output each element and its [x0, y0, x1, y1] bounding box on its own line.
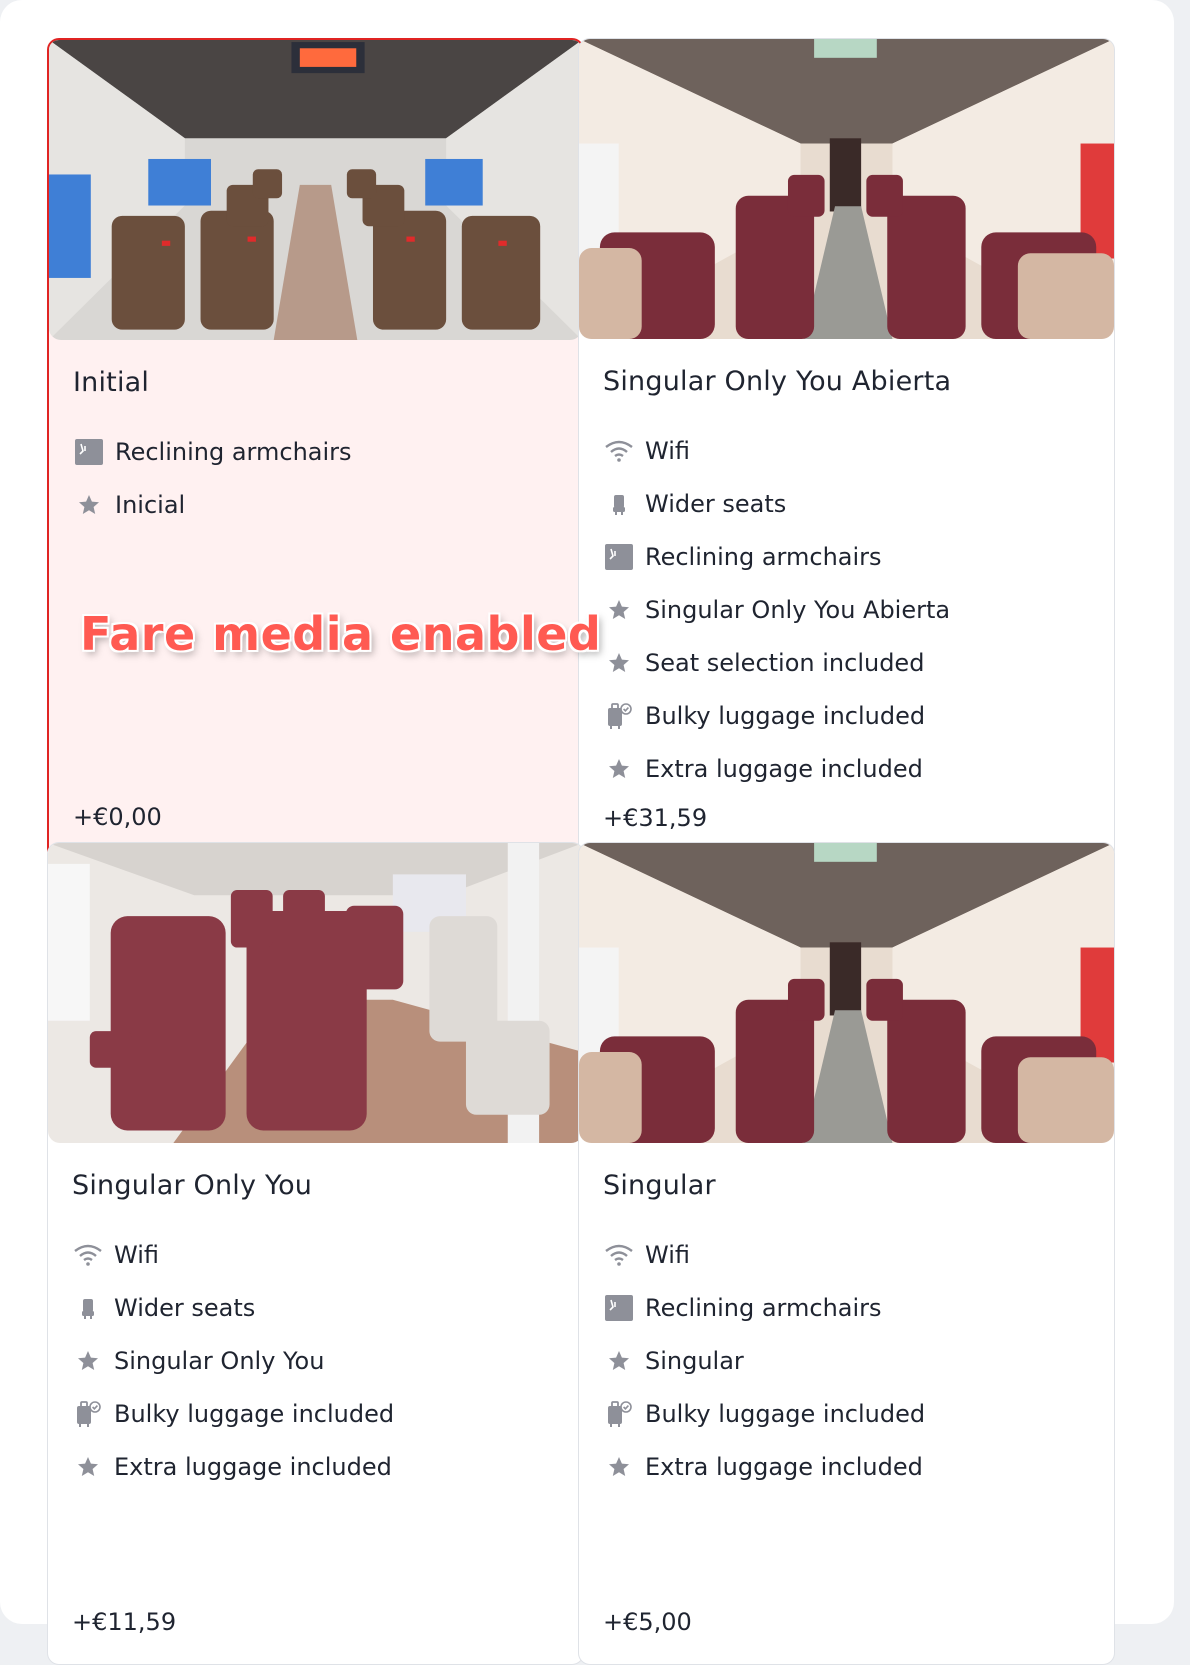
star-icon	[603, 1451, 635, 1483]
feature-label: Wider seats	[645, 489, 787, 518]
feature-label: Wifi	[114, 1240, 159, 1269]
luggage-check-icon	[603, 1398, 635, 1430]
feature-label: Seat selection included	[645, 648, 925, 677]
feature-label: Reclining armchairs	[645, 1293, 882, 1322]
fare-title: Singular Only You Abierta	[603, 366, 952, 397]
train-interior-photo	[579, 843, 1114, 1143]
seat-icon	[603, 488, 635, 520]
feature-item: Extra luggage included	[603, 742, 950, 795]
feature-label: Reclining armchairs	[115, 437, 352, 466]
feature-label: Singular	[645, 1346, 744, 1375]
feature-label: Inicial	[115, 490, 186, 519]
feature-item: Bulky luggage included	[72, 1387, 394, 1440]
feature-label: Extra luggage included	[645, 1452, 923, 1481]
train-interior-photo	[49, 40, 582, 340]
reclining-armchair-icon	[603, 1292, 635, 1324]
feature-list: Wifi Wider seats Reclining armchairs Sin…	[603, 424, 950, 795]
feature-item: Singular Only You	[72, 1334, 394, 1387]
feature-item: Bulky luggage included	[603, 689, 950, 742]
star-icon	[72, 1451, 104, 1483]
fare-price: +€0,00	[73, 803, 162, 831]
seat-icon	[72, 1292, 104, 1324]
fare-title: Initial	[73, 367, 150, 398]
feature-item: Wider seats	[603, 477, 950, 530]
wifi-icon	[603, 1239, 635, 1271]
fare-price: +€5,00	[603, 1608, 692, 1636]
feature-item: Singular Only You Abierta	[603, 583, 950, 636]
feature-label: Singular Only You	[114, 1346, 325, 1375]
fare-price: +€11,59	[72, 1608, 177, 1636]
feature-item: Singular	[603, 1334, 925, 1387]
train-interior-photo	[48, 843, 583, 1143]
fare-price: +€31,59	[603, 804, 708, 832]
wifi-icon	[603, 435, 635, 467]
feature-label: Extra luggage included	[645, 754, 923, 783]
feature-label: Bulky luggage included	[645, 1399, 926, 1428]
fare-selection-panel: Initial Reclining armchairs Inicial +€0,…	[0, 0, 1174, 1665]
feature-item: Bulky luggage included	[603, 1387, 925, 1440]
feature-item: Reclining armchairs	[603, 530, 950, 583]
feature-item: Wifi	[603, 424, 950, 477]
fare-card-singular[interactable]: Singular Wifi Reclining armchairs Singul…	[578, 842, 1115, 1665]
luggage-check-icon	[603, 700, 635, 732]
feature-item: Seat selection included	[603, 636, 950, 689]
fare-card-singular-only-you-abierta[interactable]: Singular Only You Abierta Wifi Wider sea…	[578, 38, 1115, 861]
feature-item: Wifi	[603, 1228, 925, 1281]
feature-label: Singular Only You Abierta	[645, 595, 951, 624]
star-icon	[603, 594, 635, 626]
feature-label: Wifi	[645, 436, 690, 465]
feature-item: Wifi	[72, 1228, 394, 1281]
fare-card-singular-only-you[interactable]: Singular Only You Wifi Wider seats Singu…	[47, 842, 584, 1665]
star-icon	[72, 1345, 104, 1377]
feature-item: Inicial	[73, 478, 352, 531]
feature-item: Reclining armchairs	[603, 1281, 925, 1334]
reclining-armchair-icon	[73, 436, 105, 468]
fare-card-initial[interactable]: Initial Reclining armchairs Inicial +€0,…	[47, 38, 584, 861]
feature-label: Reclining armchairs	[645, 542, 882, 571]
feature-list: Reclining armchairs Inicial	[73, 425, 352, 531]
feature-item: Wider seats	[72, 1281, 394, 1334]
feature-label: Wider seats	[114, 1293, 256, 1322]
star-icon	[73, 489, 105, 521]
feature-label: Bulky luggage included	[645, 701, 926, 730]
reclining-armchair-icon	[603, 541, 635, 573]
fare-title: Singular Only You	[72, 1170, 313, 1201]
feature-label: Wifi	[645, 1240, 690, 1269]
wifi-icon	[72, 1239, 104, 1271]
feature-label: Bulky luggage included	[114, 1399, 395, 1428]
star-icon	[603, 1345, 635, 1377]
feature-label: Extra luggage included	[114, 1452, 392, 1481]
fare-title: Singular	[603, 1170, 716, 1201]
train-interior-photo	[579, 39, 1114, 339]
feature-item: Reclining armchairs	[73, 425, 352, 478]
feature-item: Extra luggage included	[603, 1440, 925, 1493]
feature-list: Wifi Wider seats Singular Only You Bulky…	[72, 1228, 394, 1493]
star-icon	[603, 647, 635, 679]
star-icon	[603, 753, 635, 785]
feature-list: Wifi Reclining armchairs Singular Bulky …	[603, 1228, 925, 1493]
luggage-check-icon	[72, 1398, 104, 1430]
feature-item: Extra luggage included	[72, 1440, 394, 1493]
